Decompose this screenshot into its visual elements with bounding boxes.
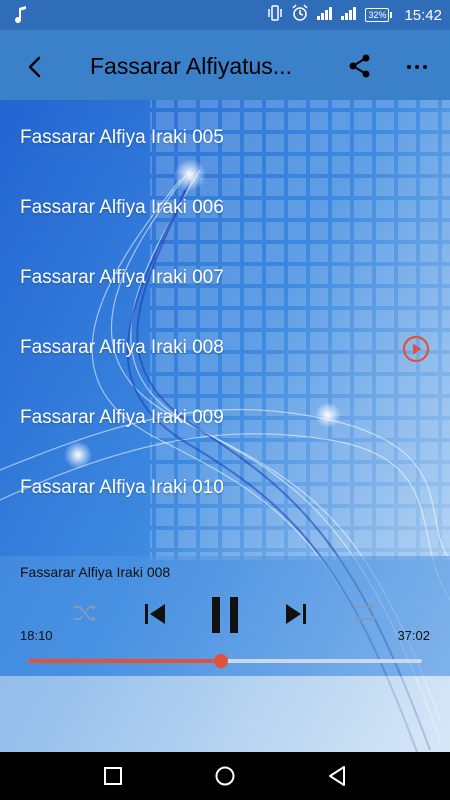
- player-panel: Fassarar Alfiya Iraki 008 18:10 37:02: [0, 556, 450, 676]
- previous-icon[interactable]: [142, 602, 168, 631]
- recents-square-icon[interactable]: [101, 764, 125, 788]
- repeat-icon[interactable]: [352, 602, 378, 629]
- page-title: Fassarar Alfiyatus...: [90, 53, 292, 79]
- pause-icon[interactable]: [209, 596, 241, 639]
- app-toolbar: Fassarar Alfiyatus...: [0, 30, 450, 100]
- battery-icon: 32%: [365, 8, 393, 22]
- alarm-icon: [291, 3, 309, 27]
- now-playing-title: Fassarar Alfiya Iraki 008: [20, 564, 171, 580]
- next-icon[interactable]: [283, 602, 309, 631]
- vibrate-icon: [267, 4, 283, 26]
- back-arrow-icon[interactable]: [20, 52, 50, 82]
- list-item[interactable]: Fassarar Alfiya Iraki 010: [0, 455, 450, 525]
- total-time: 37:02: [397, 628, 430, 643]
- track-label: Fassarar Alfiya Iraki 007: [20, 267, 224, 288]
- share-icon[interactable]: [346, 52, 374, 80]
- back-triangle-icon[interactable]: [325, 764, 349, 788]
- shuffle-icon[interactable]: [72, 602, 98, 629]
- list-item[interactable]: Fassarar Alfiya Iraki 009: [0, 385, 450, 455]
- battery-percent: 32%: [365, 8, 390, 22]
- list-item[interactable]: Fassarar Alfiya Iraki 005: [0, 105, 450, 175]
- now-playing-indicator-icon: [402, 335, 430, 363]
- list-item[interactable]: Fassarar Alfiya Iraki 008: [0, 315, 450, 385]
- system-nav-bar: [0, 752, 450, 800]
- track-label: Fassarar Alfiya Iraki 006: [20, 197, 224, 218]
- list-item[interactable]: Fassarar Alfiya Iraki 007: [0, 245, 450, 315]
- elapsed-time: 18:10: [20, 628, 53, 643]
- track-label: Fassarar Alfiya Iraki 010: [20, 477, 224, 498]
- seek-thumb[interactable]: [214, 654, 229, 668]
- seek-progress: [28, 659, 222, 663]
- music-note-icon: [14, 6, 28, 29]
- track-label: Fassarar Alfiya Iraki 005: [20, 127, 224, 148]
- seek-bar[interactable]: [28, 654, 422, 668]
- status-time: 15:42: [404, 6, 442, 24]
- more-dots-icon[interactable]: [405, 57, 429, 77]
- status-bar: 32% 15:42: [0, 0, 450, 30]
- track-label: Fassarar Alfiya Iraki 008: [20, 337, 224, 358]
- track-label: Fassarar Alfiya Iraki 009: [20, 407, 224, 428]
- list-item[interactable]: Fassarar Alfiya Iraki 006: [0, 175, 450, 245]
- signal-icon: [341, 6, 357, 25]
- home-circle-icon[interactable]: [213, 764, 237, 788]
- signal-icon: [317, 6, 333, 25]
